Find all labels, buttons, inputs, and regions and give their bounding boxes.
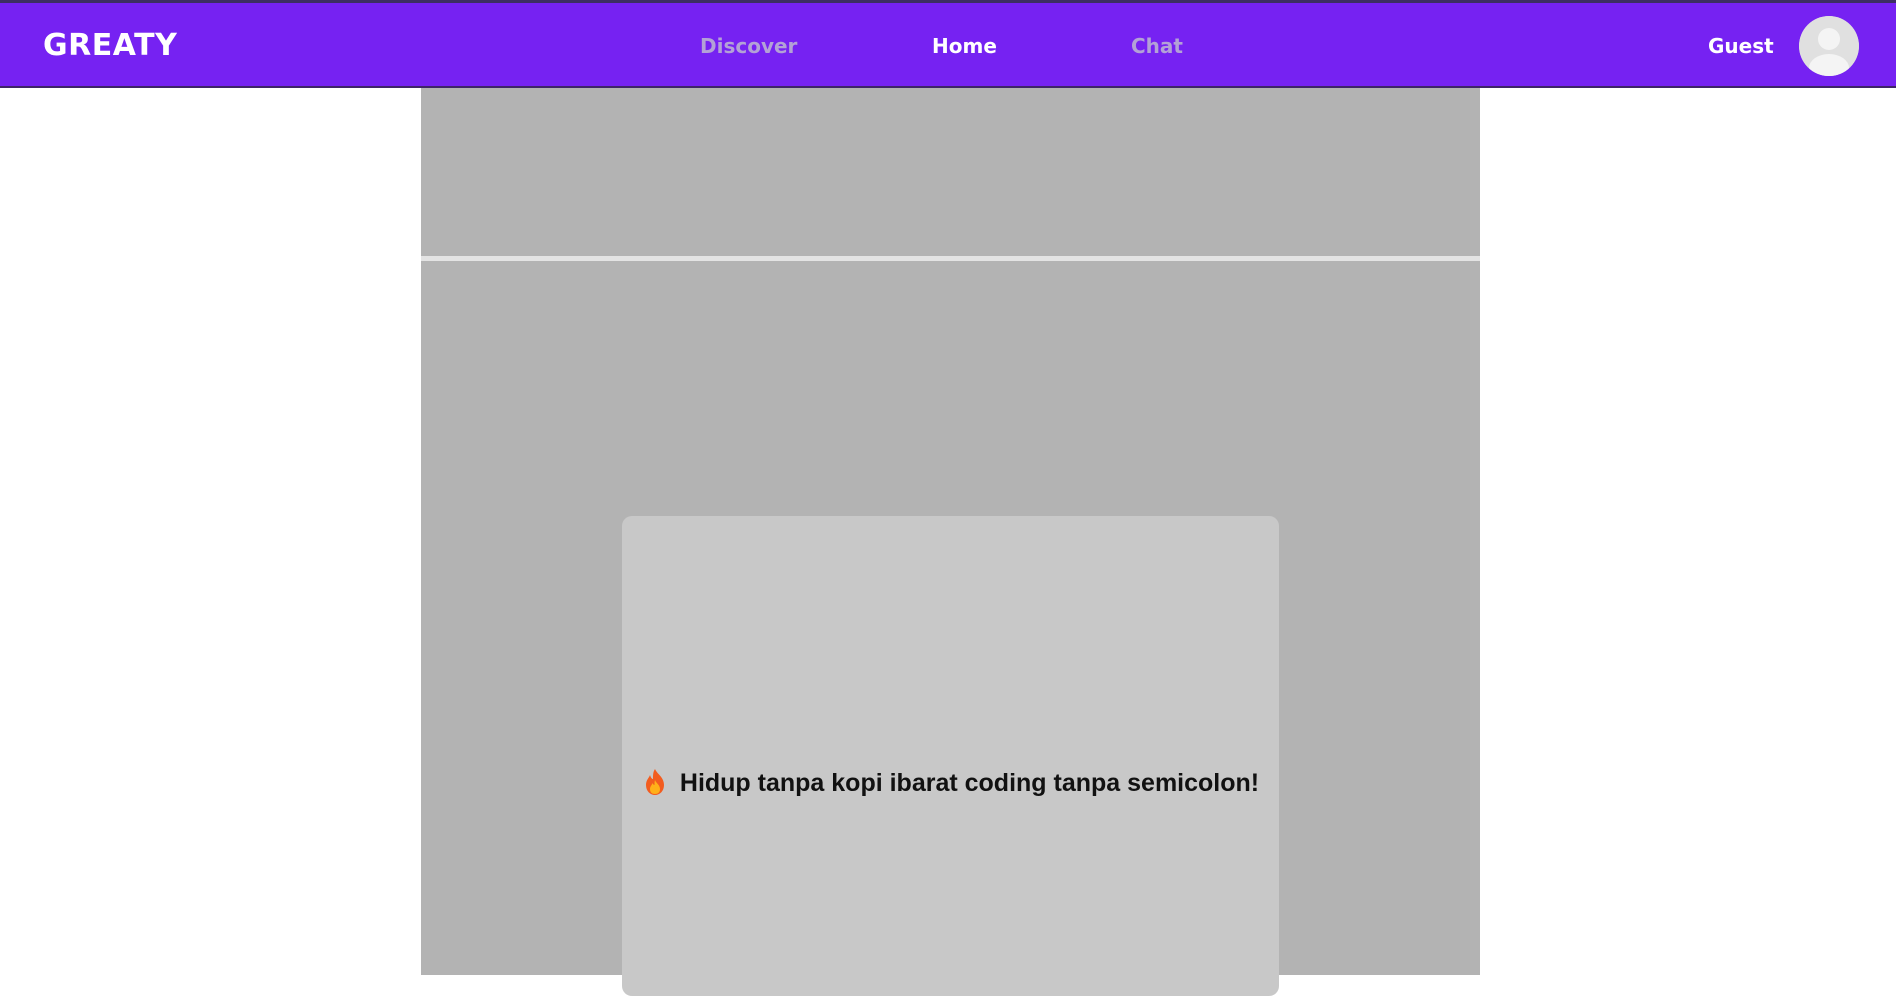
nav-home[interactable]: Home	[932, 33, 997, 59]
top-navbar: GREATY Discover Home Chat Guest	[0, 0, 1896, 88]
main-content: Hidup tanpa kopi ibarat coding tanpa sem…	[421, 88, 1480, 996]
nav-discover[interactable]: Discover	[700, 33, 797, 59]
brand-logo[interactable]: GREATY	[43, 28, 177, 64]
nav-chat[interactable]: Chat	[1131, 33, 1183, 59]
post-content: Hidup tanpa kopi ibarat coding tanpa sem…	[622, 516, 1279, 996]
fire-icon	[642, 768, 668, 796]
post-text: Hidup tanpa kopi ibarat coding tanpa sem…	[679, 769, 1260, 797]
banner-divider	[421, 256, 1480, 261]
post-card[interactable]: Hidup tanpa kopi ibarat coding tanpa sem…	[622, 516, 1279, 996]
user-name: Guest	[1708, 34, 1774, 58]
user-avatar-icon[interactable]	[1799, 16, 1859, 76]
